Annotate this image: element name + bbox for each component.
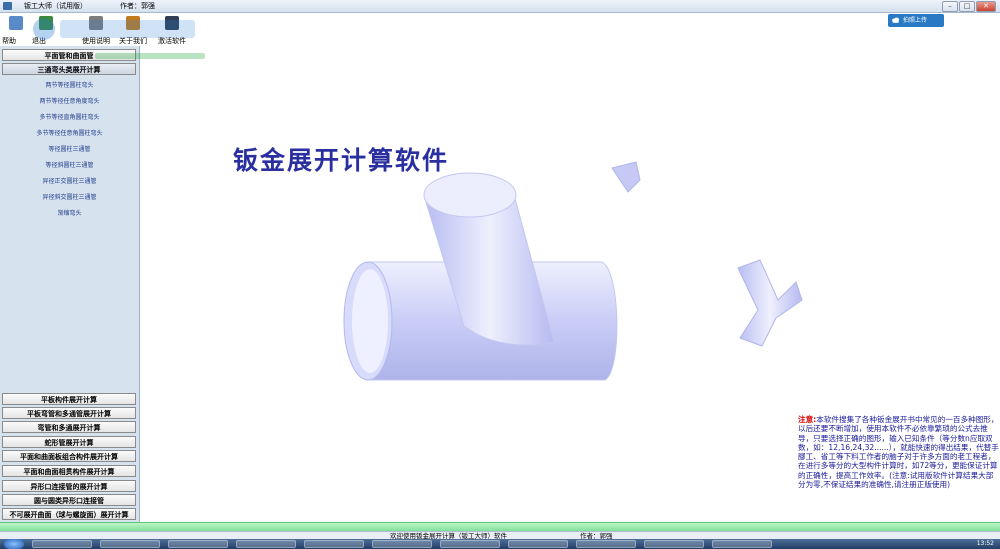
taskbar-button[interactable] [236, 540, 296, 548]
notice-body: 本软件搜集了各种钣金展开书中常见的一百多种图形，以后还要不断增加，使用本软件不必… [798, 415, 999, 490]
watermark-graphic [33, 18, 195, 40]
sublist-item[interactable]: 渐缩弯头 [0, 208, 139, 217]
site-watermark-url [95, 51, 205, 61]
pipe-illustration [343, 161, 803, 381]
category-button[interactable]: 不可展开曲面（球与螺旋面）展开计算 [2, 508, 136, 520]
sublist-item[interactable]: 两节等径任意角度弯头 [0, 96, 139, 105]
window-title: 钣工大师（试用版） [24, 2, 87, 10]
windows-taskbar: 13:52 [0, 539, 1000, 549]
app-icon [3, 2, 12, 10]
taskbar-button[interactable] [508, 540, 568, 548]
taskbar-button[interactable] [32, 540, 92, 548]
small-cone [611, 161, 641, 193]
category-button-active[interactable]: 三通弯头类展开计算 [2, 63, 136, 75]
tee-branch-opening [423, 172, 517, 218]
cloud-icon [892, 17, 900, 23]
sublist-item[interactable]: 等径圆柱三通管 [0, 144, 139, 153]
maximize-button[interactable]: □ [959, 1, 975, 12]
category-button[interactable]: 平板构件展开计算 [2, 393, 136, 405]
category-button[interactable]: 异形口连接管的展开计算 [2, 480, 136, 492]
notice-text: 注意:本软件搜集了各种钣金展开书中常见的一百多种图形，以后还要不断增加，使用本软… [798, 415, 1000, 510]
photo-upload-button[interactable]: 拍照上传 [888, 14, 944, 27]
window-title-bar: 钣工大师（试用版） 作者：郭强 – □ ✕ [0, 0, 1000, 13]
left-navigation-panel: 平面管和曲面管 三通弯头类展开计算 两节等径圆柱弯头 两节等径任意角度弯头 多节… [0, 46, 140, 522]
site-watermark [30, 16, 200, 42]
taskbar-button[interactable] [440, 540, 500, 548]
elbow-pipe [737, 259, 803, 347]
category-button[interactable]: 平板弯管和多通管展开计算 [2, 407, 136, 419]
taskbar-button[interactable] [644, 540, 704, 548]
sublist-item[interactable]: 多节等径任意角圆柱弯头 [0, 128, 139, 137]
help-icon [9, 16, 23, 30]
category-button[interactable]: 平面和曲面板组合构件展开计算 [2, 450, 136, 462]
close-button[interactable]: ✕ [976, 1, 996, 12]
sublist-item[interactable]: 多节等径直角圆柱弯头 [0, 112, 139, 121]
photo-upload-label: 拍照上传 [903, 17, 928, 24]
sublist-item[interactable]: 异径正交圆柱三通管 [0, 176, 139, 185]
taskbar-button[interactable] [100, 540, 160, 548]
notice-label: 注意: [798, 415, 817, 424]
watermark-url-graphic [95, 53, 205, 59]
sublist-item[interactable]: 异径斜交圆柱三通管 [0, 192, 139, 201]
start-button[interactable] [4, 539, 24, 549]
progress-bar [0, 522, 1000, 531]
taskbar-button[interactable] [372, 540, 432, 548]
toolbar-help-button[interactable]: 帮助 [2, 13, 28, 46]
taskbar-button[interactable] [304, 540, 364, 548]
taskbar-clock: 13:52 [976, 540, 994, 547]
window-author: 作者：郭强 [120, 2, 155, 10]
taskbar-button[interactable] [576, 540, 636, 548]
tee-pipe-inner [352, 269, 388, 373]
taskbar-button[interactable] [712, 540, 772, 548]
category-button[interactable]: 蛇形管展开计算 [2, 436, 136, 448]
sublist-item[interactable]: 等径斜圆柱三通管 [0, 160, 139, 169]
category-button[interactable]: 弯管和多通展开计算 [2, 421, 136, 433]
minimize-button[interactable]: – [942, 1, 958, 12]
sublist-item[interactable]: 两节等径圆柱弯头 [0, 80, 139, 89]
category-button[interactable]: 平面和曲面相贯构件展开计算 [2, 465, 136, 477]
category-button[interactable]: 圆与圆类异形口连接管 [2, 494, 136, 506]
taskbar-button[interactable] [168, 540, 228, 548]
